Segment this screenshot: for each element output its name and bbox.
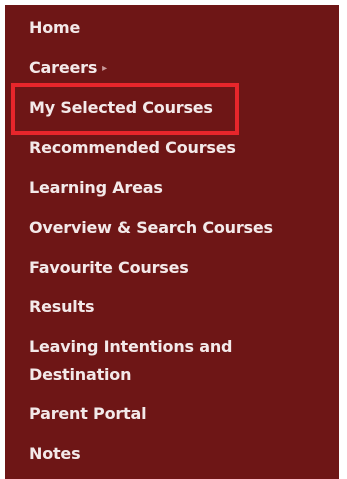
nav-item-label: Leaving Intentions and Destination	[29, 337, 233, 384]
nav-item-recommended-courses[interactable]: Recommended Courses	[29, 136, 236, 160]
nav-item-label: Recommended Courses	[29, 138, 236, 157]
nav-item-label: Parent Portal	[29, 404, 147, 423]
nav-item-label: Learning Areas	[29, 178, 163, 197]
nav-item-careers[interactable]: Careers ▸	[29, 56, 107, 81]
nav-item-notes[interactable]: Notes	[29, 442, 81, 466]
nav-menu: Home Careers ▸ My Selected Courses Recomm…	[5, 5, 339, 479]
nav-item-label: Results	[29, 297, 95, 316]
nav-item-learning-areas[interactable]: Learning Areas	[29, 176, 163, 200]
nav-item-home[interactable]: Home	[29, 16, 80, 40]
nav-item-label: Notes	[29, 444, 81, 463]
nav-item-parent-portal[interactable]: Parent Portal	[29, 402, 147, 426]
nav-item-overview-search-courses[interactable]: Overview & Search Courses	[29, 216, 273, 240]
nav-item-label: My Selected Courses	[29, 98, 213, 117]
nav-item-favourite-courses[interactable]: Favourite Courses	[29, 256, 189, 280]
chevron-right-icon: ▸	[102, 63, 107, 74]
nav-item-label: Favourite Courses	[29, 258, 189, 277]
nav-item-label: Home	[29, 18, 81, 37]
nav-item-my-selected-courses[interactable]: My Selected Courses	[29, 96, 213, 120]
nav-item-results[interactable]: Results	[29, 295, 95, 319]
nav-item-label: Careers	[29, 58, 98, 77]
nav-item-leaving-intentions-destination[interactable]: Leaving Intentions and Destination	[29, 333, 269, 389]
nav-item-label: Overview & Search Courses	[29, 218, 273, 237]
